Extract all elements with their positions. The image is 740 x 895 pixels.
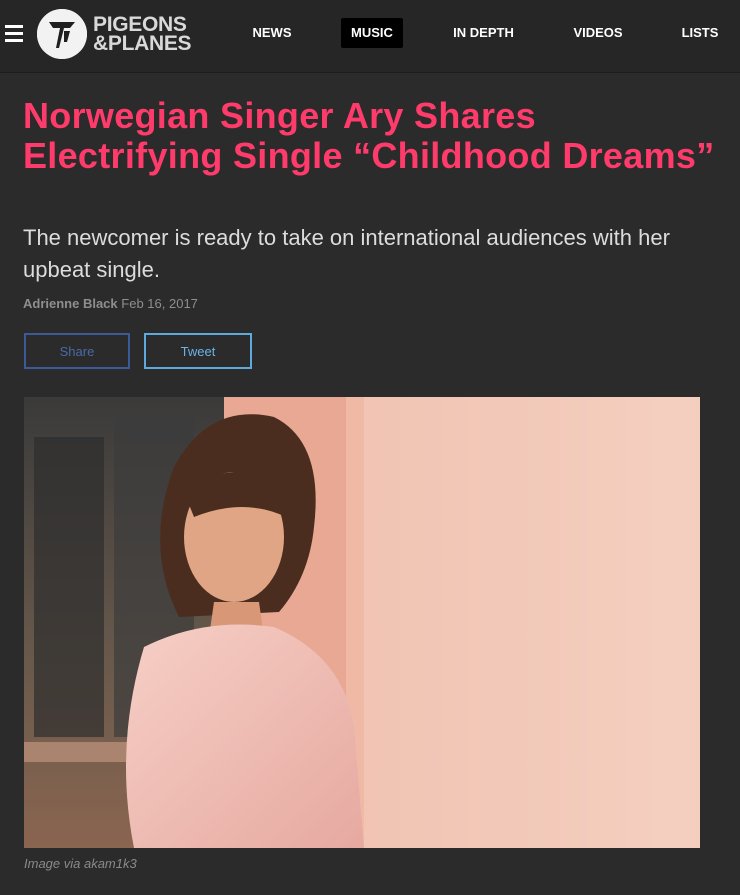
hero-photo-illustration: [24, 397, 700, 848]
nav-item-videos[interactable]: VIDEOS: [566, 18, 630, 48]
share-facebook-button[interactable]: Share: [24, 333, 130, 369]
author-name[interactable]: Adrienne Black: [23, 296, 118, 311]
article-byline: Adrienne Black Feb 16, 2017: [23, 296, 198, 312]
top-navigation-bar: PIGEONS &PLANES NEWS MUSIC IN DEPTH VIDE…: [0, 0, 740, 73]
nav-item-news[interactable]: NEWS: [247, 18, 297, 48]
nav-item-in-depth[interactable]: IN DEPTH: [446, 18, 521, 48]
nav-item-music[interactable]: MUSIC: [341, 18, 403, 48]
article-title: Norwegian Singer Ary Shares Electrifying…: [23, 95, 715, 176]
main-nav: NEWS MUSIC IN DEPTH VIDEOS LISTS: [0, 18, 740, 48]
nav-item-lists[interactable]: LISTS: [676, 18, 724, 48]
publish-date: Feb 16, 2017: [121, 296, 198, 311]
share-twitter-button[interactable]: Tweet: [144, 333, 252, 369]
article-dek: The newcomer is ready to take on interna…: [23, 225, 670, 282]
hero-image: [24, 397, 700, 848]
image-caption: Image via akam1k3: [24, 856, 137, 871]
